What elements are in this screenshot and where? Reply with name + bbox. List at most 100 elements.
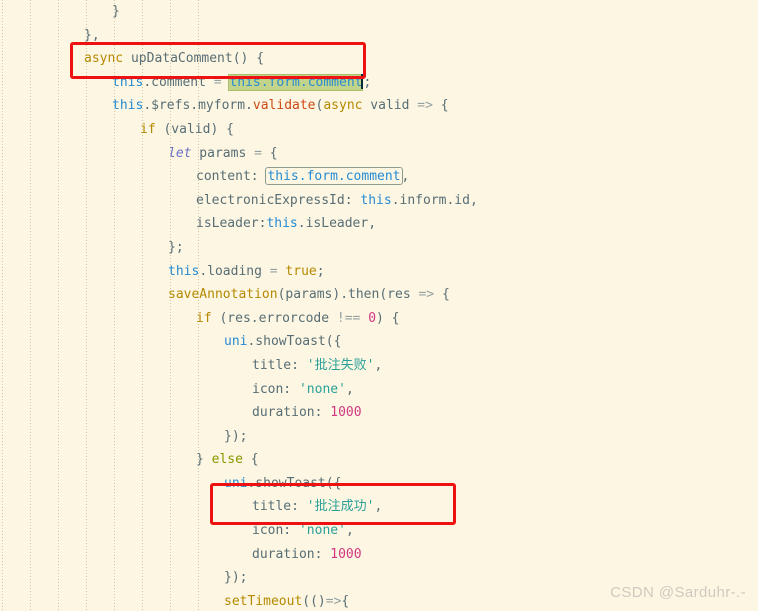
- code-token: =: [254, 145, 262, 161]
- code-token: valid: [362, 98, 418, 114]
- code-token: upDataComment: [130, 51, 233, 67]
- code-token: .inform.id,: [391, 192, 478, 208]
- code-token: electronicExpressId:: [196, 192, 361, 208]
- code-line[interactable]: electronicExpressId: this.inform.id,: [0, 189, 758, 213]
- code-token: =>: [325, 593, 342, 609]
- code-line[interactable]: this.$refs.myform.validate(async valid =…: [0, 94, 758, 118]
- code-token: {: [434, 287, 450, 303]
- code-line[interactable]: duration: 1000: [0, 543, 758, 567]
- code-token: 'none': [298, 381, 346, 397]
- code-token: }: [196, 452, 212, 468]
- code-token: this: [266, 216, 298, 232]
- code-line[interactable]: title: '批注失败',: [0, 354, 758, 378]
- code-line[interactable]: if (res.errorcode !== 0) {: [0, 307, 758, 331]
- code-token: else: [211, 452, 243, 468]
- code-token: let: [168, 145, 192, 161]
- occurrence-token: this.form.comment: [265, 167, 403, 186]
- code-token: content:: [196, 169, 267, 185]
- code-line[interactable]: let params = {: [0, 142, 758, 166]
- code-token: if: [196, 310, 212, 326]
- code-token: };: [168, 239, 184, 255]
- code-token: ;: [316, 263, 325, 279]
- code-token: async: [323, 98, 363, 114]
- code-token: .isLeader,: [297, 216, 377, 232]
- code-token: ,: [374, 357, 383, 373]
- code-content[interactable]: }}, async upDataComment() {this.comment =…: [0, 0, 758, 611]
- code-line[interactable]: title: '批注成功',: [0, 495, 758, 519]
- code-token: setTimeout: [224, 593, 303, 609]
- code-token: duration:: [252, 546, 331, 562]
- code-token: async: [84, 51, 124, 67]
- code-token: this: [168, 263, 200, 279]
- code-line[interactable]: this.loading = true;: [0, 260, 758, 284]
- code-token: !==: [336, 310, 361, 326]
- code-token: });: [224, 428, 248, 444]
- code-token: =>: [417, 98, 433, 114]
- code-token: =: [269, 263, 278, 279]
- code-token: 1000: [330, 405, 362, 421]
- code-token: icon:: [252, 381, 299, 397]
- code-token: }: [112, 4, 120, 19]
- code-token: this: [360, 192, 392, 208]
- code-token: =>: [418, 287, 435, 303]
- code-token: .loading: [199, 263, 270, 279]
- code-token: ;: [363, 74, 372, 90]
- code-line[interactable]: } else {: [0, 448, 758, 472]
- code-token: 0: [368, 310, 377, 326]
- code-token: this: [112, 74, 144, 90]
- code-token: .showToast({: [247, 334, 342, 350]
- code-line[interactable]: uni.showToast({: [0, 472, 758, 496]
- code-token: '批注成功': [306, 499, 375, 515]
- code-token: duration:: [252, 405, 331, 421]
- code-line[interactable]: isLeader:this.isLeader,: [0, 212, 758, 236]
- code-token: true: [285, 263, 317, 279]
- code-token: isLeader:: [196, 216, 267, 232]
- code-line[interactable]: };: [0, 236, 758, 260]
- code-token: (params).: [277, 287, 349, 303]
- code-token: {: [432, 98, 449, 114]
- code-token: (res: [379, 287, 419, 303]
- code-token: uni: [224, 475, 248, 491]
- code-token: ,: [401, 169, 410, 185]
- selected-token: this.form.comment: [229, 74, 363, 90]
- code-token: ,: [345, 381, 354, 397]
- code-line[interactable]: duration: 1000: [0, 401, 758, 425]
- code-token: saveAnnotation: [168, 287, 278, 303]
- code-line[interactable]: },: [0, 24, 758, 48]
- code-token: (valid) {: [155, 121, 234, 137]
- code-line[interactable]: icon: 'none',: [0, 519, 758, 543]
- code-token: title:: [252, 357, 307, 373]
- code-token: 1000: [330, 546, 362, 562]
- code-token: ,: [345, 523, 354, 539]
- code-line[interactable]: icon: 'none',: [0, 378, 758, 402]
- code-token: uni: [224, 334, 248, 350]
- code-line[interactable]: content: this.form.comment,: [0, 165, 758, 189]
- code-line[interactable]: });: [0, 425, 758, 449]
- code-line[interactable]: this.comment = this.form.comment;: [0, 71, 758, 95]
- code-line[interactable]: async upDataComment() {: [0, 47, 758, 71]
- code-token: this: [112, 98, 144, 114]
- code-token: if: [140, 121, 156, 137]
- code-token: '批注失败': [306, 357, 375, 373]
- code-token: title:: [252, 499, 307, 515]
- code-token: validate: [252, 98, 316, 114]
- code-token: },: [84, 27, 100, 43]
- code-editor-view[interactable]: }}, async upDataComment() {this.comment =…: [0, 0, 758, 611]
- code-line[interactable]: saveAnnotation(params).then(res => {: [0, 283, 758, 307]
- code-token: .comment: [143, 74, 214, 90]
- code-token: then: [348, 287, 380, 303]
- code-token: (res.errorcode: [211, 310, 337, 326]
- code-line[interactable]: uni.showToast({: [0, 330, 758, 354]
- code-token: ((): [302, 593, 326, 609]
- code-token: {: [242, 452, 259, 468]
- code-line[interactable]: }: [0, 0, 758, 24]
- code-token: =: [213, 74, 222, 90]
- code-token: ) {: [376, 310, 400, 326]
- code-line[interactable]: if (valid) {: [0, 118, 758, 142]
- code-token: 'none': [298, 523, 346, 539]
- watermark: CSDN @Sarduhr-.-: [610, 584, 746, 601]
- code-token: () {: [232, 51, 265, 67]
- code-token: .$refs.myform.: [143, 98, 253, 114]
- code-token: .showToast({: [247, 475, 342, 491]
